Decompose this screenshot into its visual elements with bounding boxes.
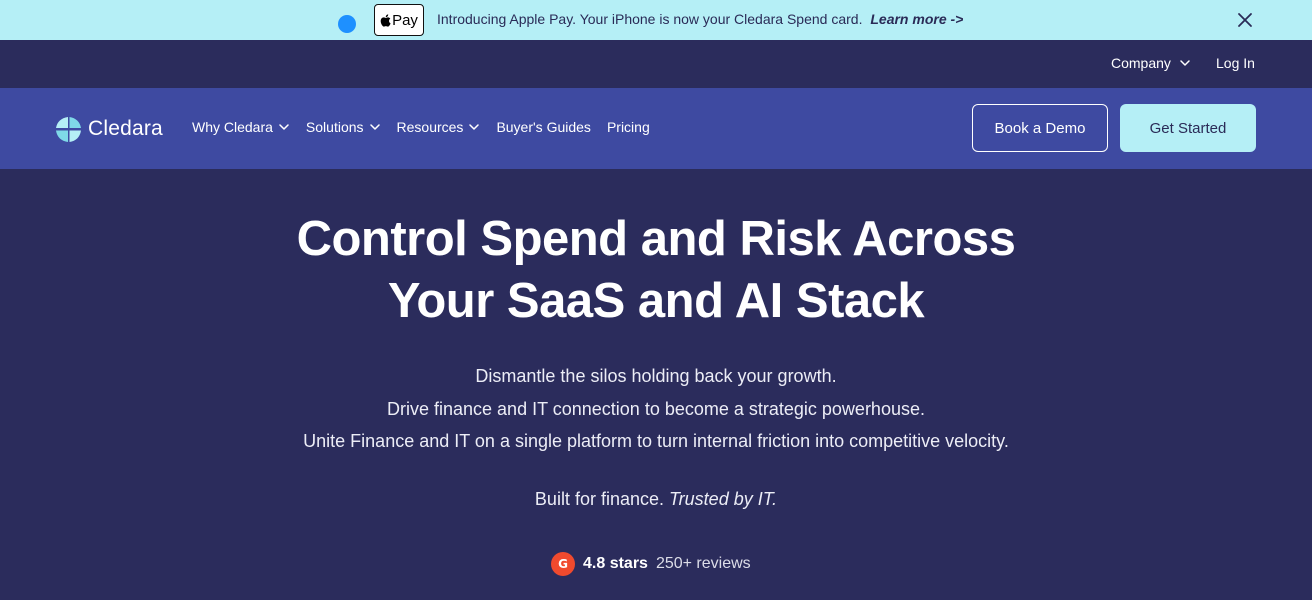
company-menu[interactable]: Company xyxy=(1111,55,1191,71)
learn-more-link[interactable]: Learn more -> xyxy=(870,11,963,27)
hero-title-line-2: Your SaaS and AI Stack xyxy=(387,274,925,328)
chevron-down-icon xyxy=(469,124,480,130)
apple-pay-label: Pay xyxy=(392,11,418,29)
nav-item-label: Buyer's Guides xyxy=(496,119,591,135)
hero-title-line-1: Control Spend and Risk Across xyxy=(296,212,1016,266)
hero-title: Control Spend and Risk Across Your SaaS … xyxy=(0,208,1312,332)
review-rating: G 4.8 stars 250+ reviews xyxy=(551,552,751,576)
utility-bar: Company Log In xyxy=(0,40,1312,88)
hero-tagline: Built for finance. Trusted by IT. xyxy=(0,489,1312,510)
chevron-down-icon xyxy=(369,124,380,130)
nav-item-label: Solutions xyxy=(305,119,364,135)
login-link[interactable]: Log In xyxy=(1216,55,1255,71)
tagline-plain: Built for finance. xyxy=(534,489,664,509)
nav-item-label: Pricing xyxy=(606,119,650,135)
hero-subtitle-line-3: Unite Finance and IT on a single platfor… xyxy=(303,431,1009,451)
nav-item-resources[interactable]: Resources xyxy=(397,119,481,135)
nav-item-label: Why Cledara xyxy=(192,119,273,135)
book-demo-button[interactable]: Book a Demo xyxy=(972,104,1108,152)
chevron-down-icon xyxy=(1180,60,1190,66)
primary-nav-links: Why Cledara Solutions Resources Buyer's … xyxy=(192,119,650,135)
chevron-down-icon xyxy=(279,124,289,130)
status-dot-icon xyxy=(338,15,356,33)
hero-subtitle-line-2: Drive finance and IT connection to becom… xyxy=(387,398,925,419)
review-count: 250+ reviews xyxy=(655,555,751,572)
brand-logo[interactable]: Cledara xyxy=(56,116,163,142)
tagline-italic: Trusted by IT. xyxy=(669,489,778,509)
nav-item-label: Resources xyxy=(396,119,464,135)
g2-logo-icon: G xyxy=(551,552,575,576)
nav-item-buyers-guides[interactable]: Buyer's Guides xyxy=(496,119,591,135)
apple-pay-badge: Pay xyxy=(374,4,424,36)
hero-subtitle: Dismantle the silos holding back your gr… xyxy=(0,360,1312,458)
nav-item-why-cledara[interactable]: Why Cledara xyxy=(192,119,290,135)
close-icon[interactable] xyxy=(1236,11,1254,29)
apple-icon xyxy=(380,13,391,27)
company-label: Company xyxy=(1111,55,1171,71)
brand-name: Cledara xyxy=(88,117,163,140)
nav-item-solutions[interactable]: Solutions xyxy=(306,119,381,135)
hero-subtitle-line-1: Dismantle the silos holding back your gr… xyxy=(475,366,837,386)
rating-stars: 4.8 stars xyxy=(583,555,648,572)
get-started-button[interactable]: Get Started xyxy=(1120,104,1256,152)
nav-item-pricing[interactable]: Pricing xyxy=(607,119,650,135)
cledara-logo-icon xyxy=(56,116,81,142)
announcement-bar: Pay Introducing Apple Pay. Your iPhone i… xyxy=(0,0,1312,40)
announcement-message: Introducing Apple Pay. Your iPhone is no… xyxy=(437,11,963,27)
announcement-text: Introducing Apple Pay. Your iPhone is no… xyxy=(437,11,863,27)
